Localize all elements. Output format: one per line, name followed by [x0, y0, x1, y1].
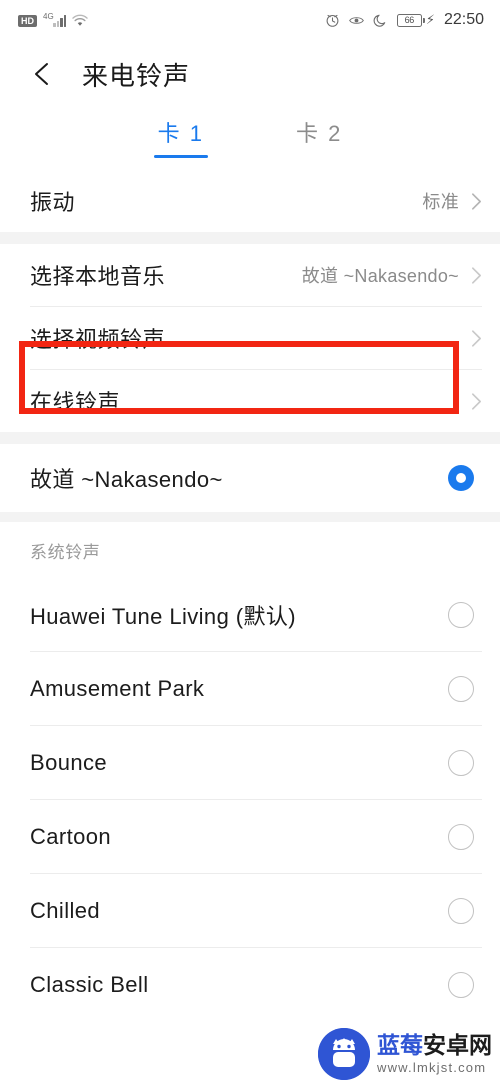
list-item[interactable]: Huawei Tune Living (默认)	[0, 578, 500, 651]
chevron-right-icon	[471, 392, 482, 411]
ringtone-label: Amusement Park	[30, 675, 205, 701]
ringtone-label: Classic Bell	[30, 971, 149, 997]
list-item[interactable]: Cartoon	[0, 800, 500, 873]
watermark-site-name: 蓝莓安卓网	[377, 1034, 492, 1057]
watermark-url: www.lmkjst.com	[377, 1060, 487, 1075]
battery-icon: 66 ⚡	[396, 12, 435, 28]
battery-cap	[422, 17, 425, 23]
signal-bar-1	[53, 22, 56, 27]
battery-level-label: 66	[396, 13, 422, 27]
title-bar: 来电铃声	[0, 40, 500, 108]
system-ringtones-header: 系统铃声	[30, 542, 101, 562]
signal-bar-2	[56, 20, 59, 27]
section-gap	[0, 432, 500, 444]
online-ringtone-label: 在线铃声	[30, 390, 121, 415]
radio-unselected-icon[interactable]	[448, 749, 474, 776]
vibration-label: 振动	[30, 190, 76, 215]
vibration-value: 标准	[422, 192, 459, 212]
list-item[interactable]: Bounce	[0, 726, 500, 799]
row-vibration[interactable]: 振动 标准	[0, 170, 500, 232]
blueberry-android-mascot-icon	[318, 1028, 370, 1080]
hd-icon: HD	[18, 14, 37, 27]
chevron-right-icon	[471, 329, 482, 348]
ringtone-label: Huawei Tune Living (默认)	[30, 603, 296, 629]
section-gap	[0, 232, 500, 244]
watermark-text: 蓝莓安卓网 www.lmkjst.com	[377, 1034, 492, 1075]
eye-comfort-icon	[348, 13, 364, 28]
status-bar-right: 66 ⚡ 22:50	[325, 11, 484, 29]
wifi-icon	[72, 14, 88, 27]
list-item[interactable]: Classic Bell	[0, 948, 500, 1021]
ringtone-label: Cartoon	[30, 823, 112, 849]
tab-sim-2[interactable]: 卡 2	[296, 116, 342, 158]
tab-sim-1[interactable]: 卡 1	[158, 116, 204, 158]
radio-unselected-icon[interactable]	[448, 675, 474, 702]
video-ringtone-label: 选择视频铃声	[30, 327, 166, 352]
moon-do-not-disturb-icon	[373, 13, 388, 28]
watermark-name-part1: 蓝莓	[377, 1032, 423, 1058]
row-current-ringtone[interactable]: 故道 ~Nakasendo~	[0, 444, 500, 512]
current-ringtone-label: 故道 ~Nakasendo~	[30, 467, 223, 492]
signal-bars-icon: 4G	[43, 11, 66, 27]
list-item[interactable]: Amusement Park	[0, 652, 500, 725]
radio-unselected-icon[interactable]	[448, 971, 474, 998]
row-select-video-ringtone[interactable]: 选择视频铃声	[0, 307, 500, 369]
section-gap	[0, 512, 500, 522]
chevron-right-icon	[471, 192, 482, 211]
radio-selected-icon[interactable]	[448, 465, 474, 491]
sim-tab-bar: 卡 1 卡 2	[0, 108, 500, 170]
status-bar-left: HD 4G	[18, 11, 88, 27]
status-bar: HD 4G 66 ⚡ 22:50	[0, 0, 500, 40]
chevron-right-icon	[471, 266, 482, 285]
local-music-label: 选择本地音乐	[30, 264, 166, 289]
list-item[interactable]: Chilled	[0, 874, 500, 947]
back-arrow-icon[interactable]	[30, 60, 58, 88]
status-bar-clock: 22:50	[443, 11, 484, 28]
signal-bar-4	[63, 14, 66, 27]
charging-bolt-icon: ⚡	[425, 12, 435, 27]
row-select-local-music[interactable]: 选择本地音乐 故道 ~Nakasendo~	[0, 244, 500, 306]
page-title: 来电铃声	[82, 60, 191, 91]
ringtone-label: Bounce	[30, 749, 108, 775]
row-online-ringtone[interactable]: 在线铃声	[0, 370, 500, 432]
local-music-value: 故道 ~Nakasendo~	[301, 266, 459, 286]
radio-unselected-icon[interactable]	[448, 897, 474, 924]
alarm-icon	[325, 13, 340, 28]
phone-screen: HD 4G 66 ⚡ 22:50 来电铃声 卡 1 卡 2 振动 标准 选择本地…	[0, 0, 500, 1084]
radio-unselected-icon[interactable]	[448, 601, 474, 628]
radio-unselected-icon[interactable]	[448, 823, 474, 850]
watermark-name-part2: 安卓网	[423, 1032, 492, 1058]
network-type-label: 4G	[43, 11, 54, 21]
watermark: 蓝莓安卓网 www.lmkjst.com	[318, 1028, 492, 1080]
signal-bar-3	[60, 17, 63, 27]
ringtone-label: Chilled	[30, 897, 101, 923]
